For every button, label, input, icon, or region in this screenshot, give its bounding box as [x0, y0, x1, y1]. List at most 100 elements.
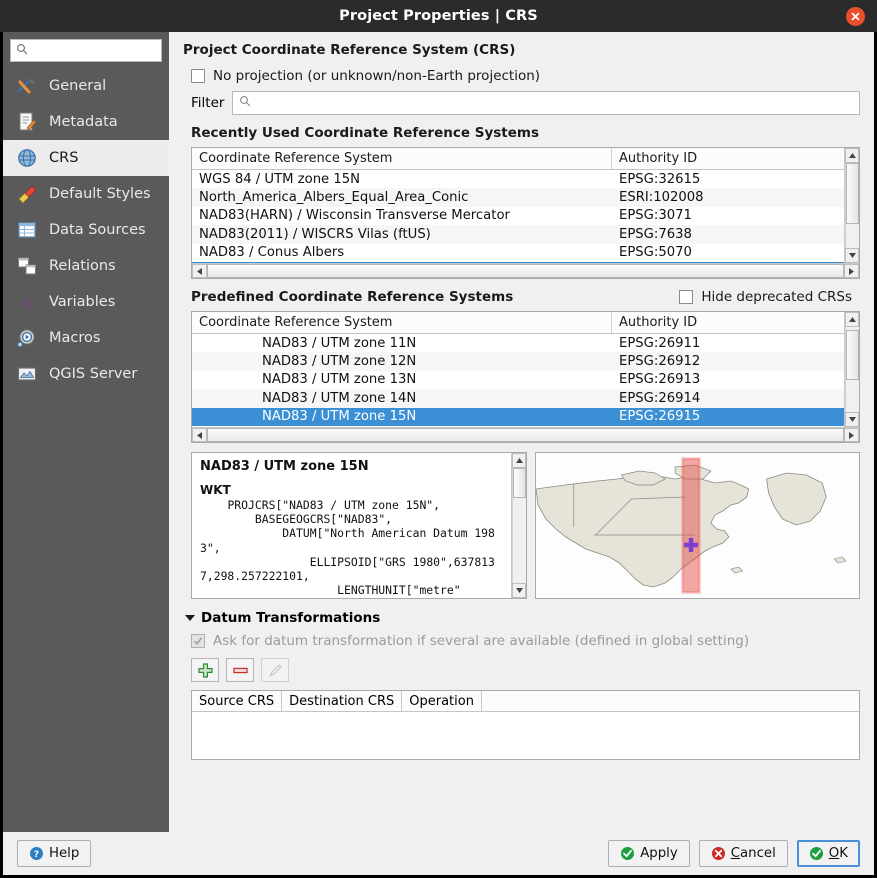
sidebar-item-general[interactable]: General	[3, 68, 169, 104]
scroll-down-icon[interactable]	[845, 248, 859, 263]
dialog-footer: ? Help Apply Cancel	[0, 832, 877, 878]
table-row[interactable]: NAD83(2011) / WISCRS Vilas (ftUS) EPSG:7…	[192, 225, 844, 243]
hide-deprecated-checkbox[interactable]	[679, 290, 693, 304]
remove-transformation-button[interactable]	[226, 658, 254, 682]
help-button-label: Help	[49, 846, 79, 861]
sidebar-item-crs[interactable]: CRS	[3, 140, 169, 176]
cell-authority: EPSG:7638	[612, 227, 844, 242]
hammer-screwdriver-icon	[15, 74, 39, 98]
table-row-selected[interactable]: NAD83 / UTM zone 15N EPSG:26915	[192, 408, 844, 426]
close-icon[interactable]	[846, 7, 865, 26]
scroll-track[interactable]	[512, 468, 526, 583]
ok-button[interactable]: OK	[797, 840, 860, 867]
no-projection-checkbox[interactable]	[191, 69, 205, 83]
filter-label: Filter	[191, 95, 224, 111]
scroll-thumb[interactable]	[513, 468, 526, 498]
vertical-scrollbar[interactable]	[844, 312, 859, 427]
table-row[interactable]: North_America_Albers_Equal_Area_Conic ES…	[192, 188, 844, 206]
cell-authority: EPSG:26911	[612, 336, 844, 351]
table-row[interactable]: NAD83 / Conus Albers EPSG:5070	[192, 244, 844, 262]
cell-authority: EPSG:5070	[612, 245, 844, 260]
scroll-track[interactable]	[207, 264, 844, 278]
scroll-right-icon[interactable]	[844, 428, 859, 442]
scroll-down-icon[interactable]	[845, 412, 859, 427]
sidebar-item-default-styles[interactable]: Default Styles	[3, 176, 169, 212]
scroll-track[interactable]	[207, 428, 844, 442]
main-pane: Project Coordinate Reference System (CRS…	[169, 32, 874, 832]
scroll-down-icon[interactable]	[512, 583, 526, 598]
filter-input[interactable]	[256, 96, 853, 111]
cancel-button[interactable]: Cancel	[699, 840, 788, 867]
sidebar-item-metadata[interactable]: Metadata	[3, 104, 169, 140]
vertical-scrollbar[interactable]	[844, 148, 859, 263]
cell-authority: EPSG:32615	[612, 172, 844, 187]
help-icon: ?	[29, 846, 44, 861]
search-icon	[239, 95, 251, 111]
datum-transformations-header[interactable]: Datum Transformations	[185, 610, 860, 626]
no-projection-row[interactable]: No projection (or unknown/non-Earth proj…	[191, 68, 860, 84]
predefined-title: Predefined Coordinate Reference Systems	[191, 289, 671, 305]
sidebar-item-data-sources[interactable]: Data Sources	[3, 212, 169, 248]
cancel-accel: C	[731, 846, 740, 861]
sidebar-search-input[interactable]	[32, 43, 188, 58]
table-row[interactable]: NAD83 / UTM zone 11N EPSG:26911	[192, 334, 844, 352]
sidebar: General Metadata	[3, 32, 169, 832]
help-button[interactable]: ? Help	[17, 840, 91, 867]
sidebar-search-box[interactable]	[10, 39, 162, 62]
crs-preview-row: NAD83 / UTM zone 15N WKT PROJCRS["NAD83 …	[191, 452, 860, 599]
cell-crs: NAD83 / Conus Albers	[192, 245, 612, 260]
datum-toolbar	[191, 658, 860, 682]
server-image-icon	[15, 362, 39, 386]
scroll-thumb[interactable]	[207, 428, 844, 442]
project-properties-dialog: Project Properties | CRS	[0, 0, 877, 878]
table-row[interactable]: NAD83 / UTM zone 14N EPSG:26914	[192, 389, 844, 407]
sidebar-item-relations[interactable]: Relations	[3, 248, 169, 284]
filter-input-box[interactable]	[232, 91, 860, 115]
cell-authority: EPSG:26914	[612, 391, 844, 406]
hide-deprecated-label: Hide deprecated CRSs	[701, 289, 852, 305]
titlebar: Project Properties | CRS	[0, 0, 877, 32]
vertical-scrollbar[interactable]	[511, 453, 526, 598]
gear-play-icon	[15, 326, 39, 350]
scroll-thumb[interactable]	[846, 163, 859, 224]
scroll-up-icon[interactable]	[845, 312, 859, 327]
column-header-destination-crs[interactable]: Destination CRS	[282, 691, 402, 711]
table-row[interactable]: NAD83 / UTM zone 13N EPSG:26913	[192, 371, 844, 389]
sidebar-item-variables[interactable]: ɛ Variables	[3, 284, 169, 320]
scroll-thumb[interactable]	[846, 330, 859, 379]
pencil-icon	[268, 663, 283, 678]
column-header-source-crs[interactable]: Source CRS	[192, 691, 282, 711]
scroll-left-icon[interactable]	[192, 264, 207, 278]
scroll-up-icon[interactable]	[512, 453, 526, 468]
horizontal-scrollbar[interactable]	[192, 427, 859, 442]
table-header: Coordinate Reference System Authority ID	[192, 148, 844, 170]
column-header-crs[interactable]: Coordinate Reference System	[192, 312, 612, 333]
column-header-authority[interactable]: Authority ID	[612, 148, 844, 169]
cell-authority: EPSG:26912	[612, 354, 844, 369]
cell-crs: NAD83 / UTM zone 14N	[192, 391, 612, 406]
check-icon	[620, 846, 635, 861]
scroll-track[interactable]	[845, 163, 859, 248]
scroll-right-icon[interactable]	[844, 264, 859, 278]
epsilon-icon: ɛ	[15, 290, 39, 314]
table-row[interactable]: WGS 84 / UTM zone 15N EPSG:32615	[192, 170, 844, 188]
horizontal-scrollbar[interactable]	[192, 263, 859, 278]
column-header-crs[interactable]: Coordinate Reference System	[192, 148, 612, 169]
column-header-authority[interactable]: Authority ID	[612, 312, 844, 333]
sidebar-item-macros[interactable]: Macros	[3, 320, 169, 356]
scroll-left-icon[interactable]	[192, 428, 207, 442]
table-row[interactable]: NAD83 / UTM zone 12N EPSG:26912	[192, 352, 844, 370]
datum-transformations-table[interactable]: Source CRS Destination CRS Operation	[191, 690, 860, 760]
column-header-operation[interactable]: Operation	[402, 691, 482, 711]
scroll-up-icon[interactable]	[845, 148, 859, 163]
table-row[interactable]: NAD83(HARN) / Wisconsin Transverse Merca…	[192, 207, 844, 225]
apply-button[interactable]: Apply	[608, 840, 690, 867]
add-transformation-button[interactable]	[191, 658, 219, 682]
scroll-thumb[interactable]	[207, 264, 844, 278]
scroll-track[interactable]	[845, 327, 859, 412]
cell-crs: NAD83 / UTM zone 13N	[192, 372, 612, 387]
sidebar-item-qgis-server[interactable]: QGIS Server	[3, 356, 169, 392]
window-title: Project Properties | CRS	[339, 8, 538, 24]
apply-button-label: Apply	[640, 846, 678, 861]
svg-text:ɛ: ɛ	[23, 293, 32, 313]
